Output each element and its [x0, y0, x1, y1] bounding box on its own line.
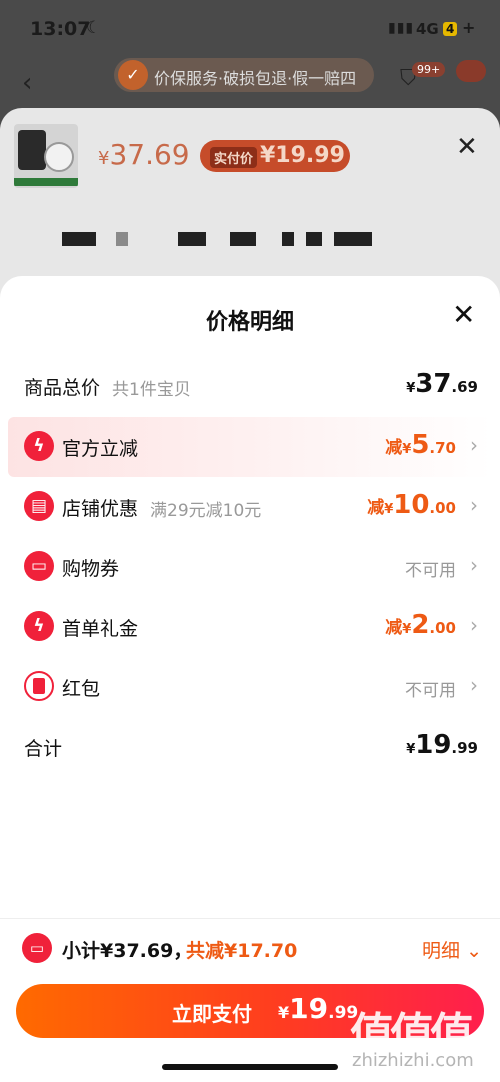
home-indicator [162, 1064, 338, 1070]
row-value: 不可用 [405, 681, 456, 701]
watermark-url: zhizhizhi.com [352, 1050, 474, 1071]
redacted-text [116, 232, 128, 246]
row-value: 减¥2.00 [385, 610, 456, 640]
row-label: 商品总价 [24, 377, 101, 399]
actual-price-value: ¥19.99 [260, 143, 345, 168]
discount-total-text: 共减¥17.70 [186, 940, 298, 962]
row-sum: 合计 ¥19.99 [8, 717, 492, 777]
lightning-icon: ϟ [24, 431, 54, 461]
redacted-text [62, 232, 96, 246]
row-value: ¥19.99 [406, 730, 478, 760]
chevron-right-icon: › [470, 613, 478, 637]
network-type: 4G [416, 20, 439, 38]
row-label: 红包 [62, 678, 101, 700]
ticket-icon: ▭ [24, 551, 54, 581]
row-shopping-voucher[interactable]: ▭ 购物券 不可用 › [8, 537, 492, 597]
status-bar: 13:07 ☾ ▮▮▮ 4G 4 + [0, 0, 500, 60]
close-icon[interactable]: ✕ [456, 132, 478, 162]
red-envelope-icon [24, 671, 54, 701]
chevron-down-icon: ⌄ [466, 940, 482, 962]
more-badge [456, 60, 486, 82]
shop-icon: ▤ [24, 491, 54, 521]
row-value: 不可用 [405, 561, 456, 581]
back-arrow-icon: ‹ [22, 68, 33, 98]
row-sub: 满29元减10元 [150, 501, 262, 521]
product-price: ¥37.69 [98, 138, 190, 171]
battery-icon: + [462, 18, 476, 37]
row-value: 减¥5.70 [385, 430, 456, 460]
pay-amount: ¥19.99 [278, 992, 359, 1025]
shield-check-icon: ✓ [118, 60, 148, 90]
guarantee-pill: ✓ 价保服务·破损包退·假一赔四 [114, 58, 374, 92]
close-icon[interactable]: ✕ [452, 298, 475, 331]
row-label: 首单礼金 [62, 618, 139, 640]
row-sub: 共1件宝贝 [112, 380, 191, 400]
row-value: ¥37.69 [406, 369, 478, 399]
summary-bar: ▭ 小计¥37.69， 共减¥17.70 明细 ⌄ [0, 918, 500, 982]
redacted-text [230, 232, 256, 246]
cart-badge: 99+ [412, 62, 446, 77]
redacted-text [282, 232, 294, 246]
row-official-discount[interactable]: ϟ 官方立减 减¥5.70 › [8, 417, 492, 477]
status-time: 13:07 [30, 18, 91, 40]
moon-icon: ☾ [86, 18, 102, 38]
pay-label: 立即支付 [172, 1002, 252, 1026]
detail-toggle[interactable]: 明细 ⌄ [422, 936, 482, 963]
chevron-right-icon: › [470, 553, 478, 577]
row-red-envelope[interactable]: 红包 不可用 › [8, 657, 492, 717]
signal-icon: ▮▮▮ [388, 20, 415, 36]
sheet-title: 价格明细 [205, 310, 294, 335]
status-badge: 4 [443, 22, 458, 36]
row-label: 官方立减 [62, 438, 139, 460]
row-first-order-gift[interactable]: ϟ 首单礼金 减¥2.00 › [8, 597, 492, 657]
redacted-text [306, 232, 322, 246]
chevron-right-icon: › [470, 433, 478, 457]
product-thumbnail [14, 124, 78, 188]
row-goods-total: 商品总价 共1件宝贝 ¥37.69 [8, 356, 492, 416]
row-label: 合计 [24, 738, 63, 760]
actual-price-label: 实付价 [210, 147, 258, 168]
redacted-text [178, 232, 206, 246]
row-label: 购物券 [62, 558, 120, 580]
chevron-right-icon: › [470, 493, 478, 517]
row-label: 店铺优惠 [62, 498, 139, 520]
lightning-icon: ϟ [24, 611, 54, 641]
redacted-text [334, 232, 372, 246]
guarantee-text: 价保服务·破损包退·假一赔四 [154, 69, 357, 88]
subtotal-text: 小计¥37.69， [62, 940, 193, 962]
chevron-right-icon: › [470, 673, 478, 697]
row-shop-discount[interactable]: ▤ 店铺优惠 满29元减10元 减¥10.00 › [8, 477, 492, 537]
row-value: 减¥10.00 [367, 490, 456, 520]
ticket-icon: ▭ [22, 933, 52, 963]
actual-price-tag: 实付价 ¥19.99 [200, 140, 350, 172]
